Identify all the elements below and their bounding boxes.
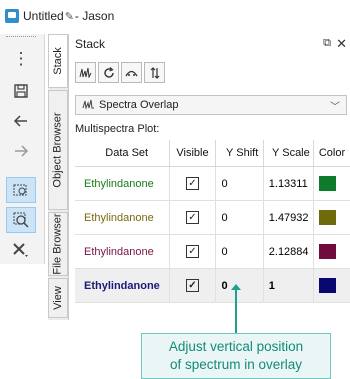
stack-panel: Stack ⧉ ✕ Spectra Overlap ﹀ Multispectra… [68, 34, 350, 320]
tab-stack[interactable]: Stack [48, 34, 68, 88]
cell-data-set[interactable]: Ethylindanone [75, 268, 171, 303]
col-header-data-set[interactable]: Data Set [75, 140, 171, 167]
table-row[interactable]: Ethylindanone ✓ 0 1.13311 [75, 166, 350, 201]
section-label: Multispectra Plot: [75, 123, 160, 135]
cell-color [313, 200, 350, 235]
spectra-view-icon[interactable] [75, 62, 96, 83]
tab-object-browser-label: Object Browser [52, 112, 65, 188]
zoom-select-icon[interactable] [6, 207, 36, 233]
refresh-icon[interactable] [98, 62, 119, 83]
panel-toolbar [75, 62, 165, 83]
cell-visible: ✓ [169, 166, 216, 201]
cell-color [313, 166, 350, 201]
color-swatch[interactable] [319, 244, 337, 259]
cell-data-set[interactable]: Ethylindanone [75, 200, 171, 235]
panel-header: Stack ⧉ ✕ [69, 34, 350, 54]
pin-icon[interactable]: ⧉ [323, 37, 331, 50]
col-header-y-scale[interactable]: Y Scale [263, 140, 315, 167]
color-swatch[interactable] [319, 210, 337, 225]
callout-line [235, 287, 237, 333]
visible-checkbox[interactable]: ✓ [185, 211, 199, 224]
save-icon[interactable] [6, 78, 36, 104]
cell-data-set[interactable]: Ethylindanone [75, 166, 171, 201]
cell-color [313, 234, 350, 269]
panel-title: Stack [75, 37, 106, 51]
overlay-icon[interactable] [121, 62, 142, 83]
app-icon [5, 9, 19, 23]
dropdown-label: Spectra Overlap [99, 99, 179, 111]
window-title: Untitled ✎ - Jason [23, 9, 114, 23]
tab-view[interactable]: View [48, 278, 68, 318]
cell-y-scale[interactable]: 2.12884 [263, 234, 315, 269]
toolbar-grip[interactable] [6, 36, 36, 40]
cell-y-scale[interactable]: 1 [263, 268, 315, 303]
color-swatch[interactable] [319, 278, 337, 293]
table-row[interactable]: Ethylindanone ✓ 0 2.12884 [75, 234, 350, 269]
more-vertical-icon[interactable]: ⋮ [6, 46, 36, 72]
undo-icon[interactable] [6, 108, 36, 134]
stack-table: Data Set Visible Y Shift Y Scale Color E… [75, 140, 350, 303]
title-suffix: - Jason [74, 9, 115, 23]
cell-y-shift[interactable]: 0 [215, 166, 264, 201]
visible-checkbox[interactable]: ✓ [185, 245, 199, 258]
tab-file-browser-label: File Browser [52, 213, 64, 275]
col-header-color[interactable]: Color [313, 140, 350, 167]
plot-mode-dropdown[interactable]: Spectra Overlap ﹀ [75, 95, 347, 115]
callout-text: Adjust vertical position of spectrum in … [168, 339, 304, 372]
table-row[interactable]: Ethylindanone ✓ 0 1 [75, 268, 350, 303]
cell-visible: ✓ [169, 268, 216, 303]
cell-color [313, 268, 350, 303]
callout-box: Adjust vertical position of spectrum in … [141, 333, 331, 379]
tools-icon[interactable] [6, 237, 36, 263]
cell-y-scale[interactable]: 1.47932 [263, 200, 315, 235]
title-bar: Untitled ✎ - Jason [0, 0, 350, 32]
side-tab-strip: Stack Object Browser File Browser View [48, 34, 68, 320]
table-row[interactable]: Ethylindanone ✓ 0 1.47932 [75, 200, 350, 235]
visible-checkbox[interactable]: ✓ [185, 279, 199, 292]
redo-icon[interactable] [6, 138, 36, 164]
cell-visible: ✓ [169, 234, 216, 269]
cell-data-set[interactable]: Ethylindanone [75, 234, 171, 269]
tab-stack-label: Stack [52, 47, 65, 75]
col-header-visible[interactable]: Visible [169, 140, 216, 167]
left-toolbar: ⋮ [0, 34, 45, 264]
cell-y-scale[interactable]: 1.13311 [263, 166, 315, 201]
pencil-icon: ✎ [64, 10, 74, 23]
tab-view-label: View [52, 286, 64, 310]
chevron-down-icon: ﹀ [330, 102, 340, 113]
sort-icon[interactable] [144, 62, 165, 83]
cell-visible: ✓ [169, 200, 216, 235]
close-icon[interactable]: ✕ [336, 36, 347, 52]
tab-file-browser[interactable]: File Browser [48, 212, 68, 276]
title-prefix: Untitled [23, 9, 64, 23]
cell-y-shift[interactable]: 0 [215, 234, 264, 269]
color-swatch[interactable] [319, 176, 337, 191]
spectra-overlap-icon [82, 99, 95, 112]
visible-checkbox[interactable]: ✓ [185, 177, 199, 190]
cell-y-shift[interactable]: 0 [215, 200, 264, 235]
col-header-y-shift[interactable]: Y Shift [215, 140, 264, 167]
tab-object-browser[interactable]: Object Browser [48, 90, 68, 210]
zoom-region-icon[interactable] [6, 177, 36, 203]
table-header-row: Data Set Visible Y Shift Y Scale Color [75, 140, 350, 167]
